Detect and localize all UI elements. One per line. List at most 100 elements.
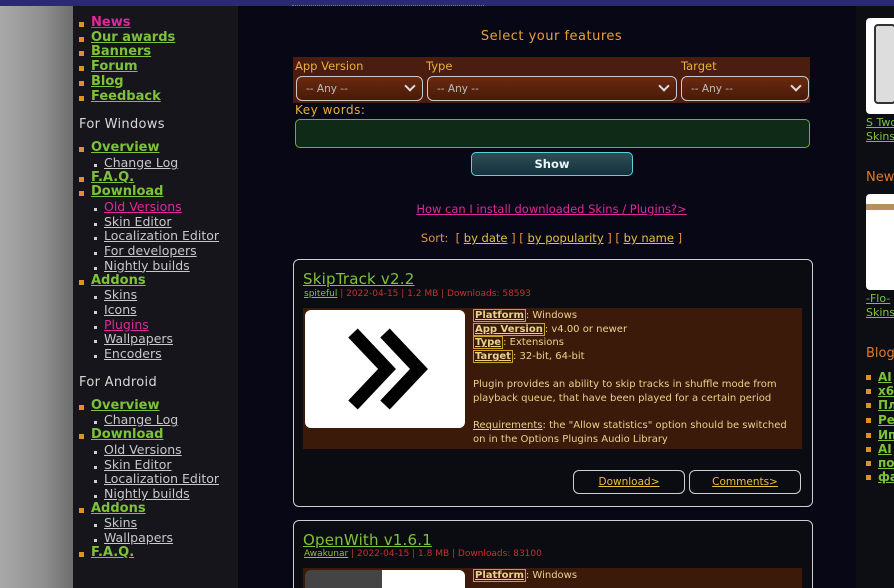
nav-our-awards[interactable]: Our awards [78, 30, 238, 46]
blog-item-label[interactable]: AI [866, 442, 892, 456]
promo-title-link[interactable]: -Flo- [866, 292, 890, 305]
nav-win-encoders[interactable]: Encoders [78, 346, 238, 362]
nav-and-localization-editor[interactable]: Localization Editor [78, 471, 238, 487]
blog-item[interactable]: фа [866, 470, 894, 484]
sort-by-date-link[interactable]: by date [464, 231, 508, 245]
nav-and-skins[interactable]: Skins [78, 516, 238, 531]
nav-win-plugins[interactable]: Plugins [78, 317, 238, 333]
nav-win-old-versions[interactable]: Old Versions [78, 199, 238, 215]
nav-banners[interactable]: Banners [78, 45, 238, 60]
download-button[interactable]: Download> [573, 470, 685, 494]
nav-and-nightly-builds[interactable]: Nightly builds [78, 486, 238, 502]
nav-win-overview[interactable]: Overview [78, 140, 238, 156]
nav-win-skin-editor-link[interactable]: Skin Editor [104, 214, 172, 229]
nav-win-old-versions-link[interactable]: Old Versions [104, 199, 182, 214]
nav-and-skin-editor-link[interactable]: Skin Editor [104, 457, 172, 472]
nav-and-overview-link[interactable]: Overview [91, 398, 160, 413]
nav-win-change-log[interactable]: Change Log [78, 155, 238, 171]
nav-banners-link[interactable]: Banners [91, 44, 151, 60]
blog-item-label[interactable]: AI [866, 370, 892, 384]
nav-and-addons-link[interactable]: Addons [91, 501, 146, 516]
nav-win-addons[interactable]: Addons [78, 273, 238, 289]
nav-and-faq[interactable]: F.A.Q. [78, 545, 238, 561]
nav-our-awards-link[interactable]: Our awards [91, 30, 175, 45]
blog-item[interactable]: по [866, 456, 894, 470]
plugin-thumbnail[interactable] [305, 570, 465, 588]
nav-win-overview-link[interactable]: Overview [91, 140, 160, 155]
skin-preview-image[interactable] [866, 194, 894, 290]
nav-win-localization-editor[interactable]: Localization Editor [78, 229, 238, 244]
nav-and-wallpapers[interactable]: Wallpapers [78, 530, 238, 546]
nav-win-download-link[interactable]: Download [91, 184, 163, 199]
nav-win-download[interactable]: Download [78, 184, 238, 200]
nav-feedback[interactable]: Feedback [78, 89, 238, 105]
nav-win-addons-link[interactable]: Addons [91, 273, 146, 288]
nav-blog[interactable]: Blog [78, 74, 238, 90]
nav-win-faq-link[interactable]: F.A.Q. [91, 170, 134, 185]
nav-and-faq-link[interactable]: F.A.Q. [91, 545, 134, 560]
nav-win-for-developers[interactable]: For developers [78, 243, 238, 259]
blog-item-label[interactable]: х6 [866, 384, 894, 398]
target-select[interactable]: -- Any -- [681, 76, 809, 101]
promo-title-link[interactable]: S Two [866, 116, 894, 129]
blog-item-label[interactable]: Ре [866, 413, 894, 427]
nav-win-faq[interactable]: F.A.Q. [78, 170, 238, 186]
type-select[interactable]: -- Any -- [427, 76, 677, 101]
nav-win-icons-link[interactable]: Icons [104, 302, 137, 317]
sort-by-name-link[interactable]: by name [624, 231, 674, 245]
blog-item-label[interactable]: по [866, 456, 894, 470]
nav-win-plugins-link[interactable]: Plugins [104, 317, 149, 332]
plugin-title[interactable]: SkipTrack v2.2 [303, 270, 414, 288]
nav-and-change-log-link[interactable]: Change Log [104, 412, 178, 428]
blog-item[interactable]: AI [866, 442, 892, 456]
blog-item[interactable]: AI [866, 370, 892, 384]
nav-and-download[interactable]: Download [78, 427, 238, 443]
nav-and-download-link[interactable]: Download [91, 427, 163, 442]
nav-news-link[interactable]: News [91, 15, 130, 30]
nav-and-skins-link[interactable]: Skins [104, 515, 137, 531]
nav-win-change-log-link[interactable]: Change Log [104, 155, 178, 170]
nav-and-wallpapers-link[interactable]: Wallpapers [104, 530, 173, 545]
nav-win-wallpapers[interactable]: Wallpapers [78, 332, 238, 347]
blog-item-label[interactable]: Пл [866, 398, 894, 412]
comments-button[interactable]: Comments> [689, 470, 801, 494]
nav-forum-link[interactable]: Forum [91, 59, 138, 74]
nav-win-encoders-link[interactable]: Encoders [104, 346, 162, 361]
nav-forum[interactable]: Forum [78, 59, 238, 75]
promo-category-link[interactable]: Skins [866, 306, 894, 319]
nav-feedback-link[interactable]: Feedback [91, 89, 161, 104]
nav-win-skins-link[interactable]: Skins [104, 287, 137, 302]
skin-preview-image[interactable] [866, 18, 894, 114]
install-help-link[interactable]: How can I install downloaded Skins / Plu… [293, 202, 810, 216]
nav-and-old-versions[interactable]: Old Versions [78, 442, 238, 458]
blog-item[interactable]: Пл [866, 398, 894, 412]
nav-win-icons[interactable]: Icons [78, 302, 238, 318]
app-version-select[interactable]: -- Any -- [296, 76, 423, 101]
nav-win-skin-editor[interactable]: Skin Editor [78, 214, 238, 230]
plugin-author-link[interactable]: Awakunar [304, 549, 348, 559]
nav-news[interactable]: News [78, 15, 238, 31]
blog-item[interactable]: Ре [866, 413, 894, 427]
nav-win-localization-editor-link[interactable]: Localization Editor [104, 228, 219, 244]
nav-and-old-versions-link[interactable]: Old Versions [104, 442, 182, 457]
blog-item[interactable]: х6 [866, 384, 894, 398]
plugin-author-link[interactable]: spiteful [304, 289, 337, 299]
nav-win-nightly-builds[interactable]: Nightly builds [78, 258, 238, 274]
nav-win-nightly-builds-link[interactable]: Nightly builds [104, 258, 190, 273]
blog-item[interactable]: Ип [866, 428, 894, 442]
promo-category-link[interactable]: Skins [866, 130, 894, 143]
blog-item-label[interactable]: фа [866, 470, 894, 484]
plugin-title[interactable]: OpenWith v1.6.1 [303, 531, 432, 549]
keywords-input[interactable] [295, 119, 810, 148]
nav-win-for-developers-link[interactable]: For developers [104, 243, 197, 258]
nav-and-localization-editor-link[interactable]: Localization Editor [104, 471, 219, 486]
nav-and-overview[interactable]: Overview [78, 398, 238, 414]
nav-win-skins[interactable]: Skins [78, 287, 238, 303]
nav-and-addons[interactable]: Addons [78, 501, 238, 517]
plugin-thumbnail[interactable] [305, 310, 465, 428]
nav-and-skin-editor[interactable]: Skin Editor [78, 457, 238, 473]
sort-by-popularity-link[interactable]: by popularity [527, 231, 603, 245]
show-button[interactable]: Show [471, 152, 633, 176]
nav-win-wallpapers-link[interactable]: Wallpapers [104, 331, 173, 347]
nav-blog-link[interactable]: Blog [91, 74, 124, 89]
